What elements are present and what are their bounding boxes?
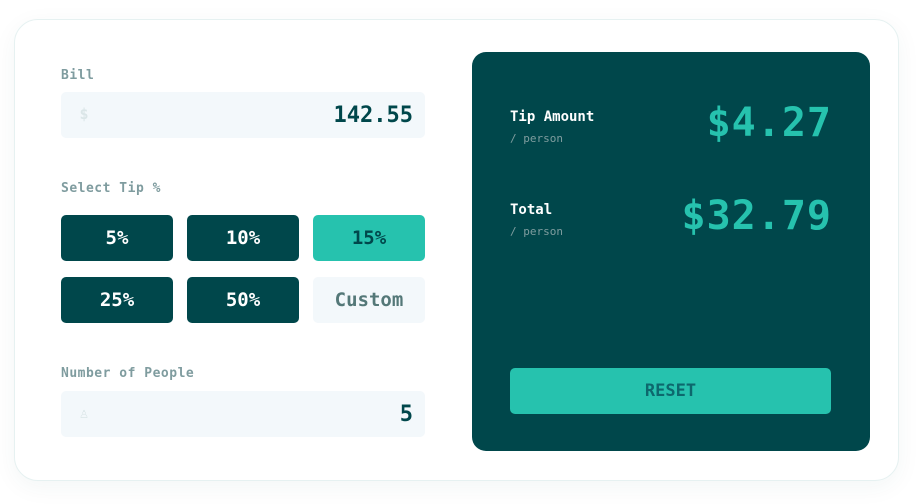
people-label: Number of People <box>61 366 195 381</box>
tip-calculator-card: Bill $ Select Tip % 5% 10% 15% 25% 50% C… <box>14 19 899 481</box>
dollar-icon: $ <box>79 105 89 123</box>
bill-label: Bill <box>61 68 95 83</box>
tip-amount-per-person: / person <box>510 132 563 145</box>
tip-amount-value: $4.27 <box>706 100 832 146</box>
tip-button-5[interactable]: 5% <box>61 215 173 261</box>
bill-input[interactable] <box>101 92 413 138</box>
select-tip-label: Select Tip % <box>61 181 161 196</box>
reset-button[interactable]: RESET <box>510 368 831 414</box>
person-icon: ♙ <box>79 404 89 422</box>
tip-button-25[interactable]: 25% <box>61 277 173 323</box>
tip-button-50[interactable]: 50% <box>187 277 299 323</box>
total-title: Total <box>510 202 553 218</box>
bill-field[interactable]: $ <box>61 92 425 138</box>
results-panel: Tip Amount / person $4.27 Total / person… <box>472 52 870 451</box>
people-field[interactable]: ♙ <box>61 391 425 437</box>
people-input[interactable] <box>101 391 413 437</box>
total-per-person: / person <box>510 225 563 238</box>
tip-amount-title: Tip Amount <box>510 109 595 125</box>
tip-custom-input[interactable]: Custom <box>313 277 425 323</box>
tip-button-15[interactable]: 15% <box>313 215 425 261</box>
tip-button-10[interactable]: 10% <box>187 215 299 261</box>
total-value: $32.79 <box>681 193 832 239</box>
